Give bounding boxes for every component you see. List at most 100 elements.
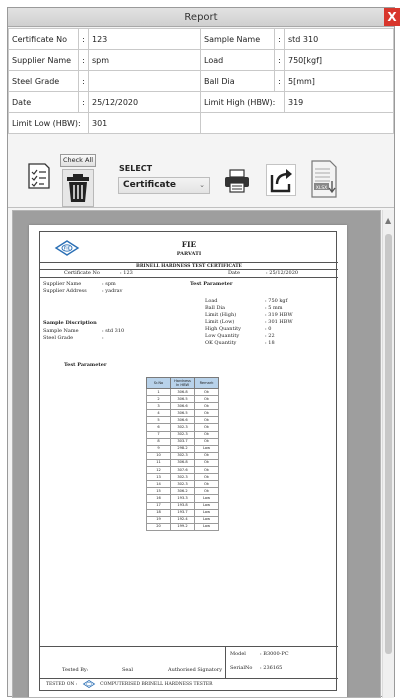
separator: : bbox=[274, 49, 285, 71]
report-type-select[interactable]: Certificate ⌄ bbox=[118, 177, 210, 194]
sr-no-cell: 1 bbox=[146, 387, 171, 397]
xlsx-download-icon[interactable]: XLSX bbox=[309, 159, 339, 199]
certificate-title: BRINELL HARDNESS TEST CERTIFICATE bbox=[40, 262, 338, 270]
sr-no-cell: 12 bbox=[146, 466, 171, 475]
table-row: 7 302.3 Ok bbox=[146, 430, 219, 439]
remark-cell: Ok bbox=[194, 430, 219, 439]
divider bbox=[225, 647, 226, 679]
hardness-cell: 306.8 bbox=[170, 458, 195, 468]
vertical-scrollbar[interactable]: ▲ bbox=[382, 210, 394, 698]
scroll-thumb[interactable] bbox=[385, 234, 392, 654]
remark-cell: Low bbox=[194, 501, 219, 510]
param-value: : 301 HBW bbox=[265, 319, 293, 325]
sr-no-cell: 2 bbox=[146, 395, 171, 404]
table-row: 3 306.6 Ok bbox=[146, 402, 219, 411]
sample-description-heading: Sample Discription bbox=[43, 320, 97, 326]
remark-cell: Ok bbox=[194, 387, 219, 397]
logo-icon bbox=[82, 679, 95, 688]
tested-by-label: Tested By: bbox=[62, 667, 89, 673]
printer-icon[interactable] bbox=[223, 168, 251, 194]
table-row: 17 193.8 Low bbox=[146, 501, 219, 510]
supplier-name-label: Supplier Name bbox=[43, 281, 82, 287]
hardness-cell: 307.6 bbox=[170, 466, 195, 475]
hardness-cell: 193.8 bbox=[170, 501, 195, 510]
model-value: : B3000-PC bbox=[260, 651, 289, 657]
hardness-cell: 302.3 bbox=[170, 430, 195, 439]
info-table: Certificate No : 123 Sample Name : std 3… bbox=[8, 28, 394, 134]
ball-dia-label: Ball Dia bbox=[200, 70, 275, 92]
hardness-cell: 193.3 bbox=[170, 494, 195, 503]
limit-low-value: 301 bbox=[88, 112, 201, 134]
check-all-button[interactable]: Check All bbox=[60, 154, 96, 167]
table-row: 5 306.6 Ok bbox=[146, 416, 219, 425]
param-value: : 319 HBW bbox=[265, 312, 293, 318]
window-title: Report bbox=[184, 12, 218, 23]
scroll-up-icon[interactable]: ▲ bbox=[385, 216, 391, 225]
remark-cell: Low bbox=[194, 444, 219, 453]
remark-cell: Low bbox=[194, 522, 219, 531]
remark-cell: Ok bbox=[194, 458, 219, 468]
separator: : bbox=[274, 28, 285, 50]
serial-value: : 236165 bbox=[260, 665, 283, 671]
authorised-signatory-label: Authorised Signatory bbox=[168, 667, 223, 673]
param-label: High Quantity bbox=[205, 326, 241, 332]
sr-no-cell: 6 bbox=[146, 423, 171, 432]
remark-cell: Ok bbox=[194, 437, 219, 446]
table-row: 9 298.2 Low bbox=[146, 444, 219, 453]
separator: : bbox=[78, 28, 89, 50]
param-label: Low Quantity bbox=[205, 333, 240, 339]
certificate-page: FIE PARVATI BRINELL HARDNESS TEST CERTIF… bbox=[29, 225, 347, 697]
sr-no-cell: 13 bbox=[146, 473, 171, 482]
table-header-row: Sr.No Hardness In HBW Remark bbox=[146, 377, 219, 389]
sample-name-value: : std 310 bbox=[102, 328, 125, 334]
export-icon bbox=[270, 169, 292, 193]
supplier-name-value: : spm bbox=[102, 281, 116, 287]
remark-cell: Ok bbox=[194, 487, 219, 496]
model-label: Model bbox=[230, 651, 246, 657]
toolbar: Check All SELECT Certificate ⌄ XLSX bbox=[8, 144, 394, 208]
separator: : bbox=[78, 91, 89, 113]
hardness-cell: 302.3 bbox=[170, 473, 195, 482]
param-label: Limit (Low) bbox=[205, 319, 235, 325]
tester-name: COMPUTERISED BRINELL HARDNESS TESTER bbox=[100, 682, 213, 687]
steel-grade-value bbox=[88, 70, 201, 92]
hardness-cell: 192.4 bbox=[170, 515, 195, 524]
sr-no-cell: 15 bbox=[146, 487, 171, 496]
trash-icon bbox=[67, 174, 89, 202]
table-row: 10 302.3 Ok bbox=[146, 451, 219, 460]
hardness-cell: 193.7 bbox=[170, 508, 195, 517]
list-check-icon[interactable] bbox=[25, 162, 53, 192]
delete-button[interactable] bbox=[62, 169, 94, 207]
hardness-cell: 306.5 bbox=[170, 395, 195, 404]
cert-date-value: : 25/12/2020 bbox=[266, 270, 299, 276]
sr-no-cell: 3 bbox=[146, 402, 171, 411]
hardness-cell: 306.8 bbox=[170, 387, 195, 397]
remark-cell: Low bbox=[194, 494, 219, 503]
separator: : bbox=[78, 70, 89, 92]
sr-no-cell: 11 bbox=[146, 458, 171, 468]
load-value: 750[kgf] bbox=[284, 49, 394, 71]
hardness-cell: 306.6 bbox=[170, 416, 195, 425]
hardness-cell: 306.2 bbox=[170, 487, 195, 496]
signature-box: Model : B3000-PC SerialNo : 236165 Teste… bbox=[40, 646, 338, 679]
column-header: Hardness In HBW bbox=[170, 377, 195, 389]
table-row: 14 302.3 Ok bbox=[146, 480, 219, 489]
export-button[interactable] bbox=[266, 164, 296, 196]
column-header: Sr.No bbox=[146, 377, 171, 389]
cert-no-label: Certificate No bbox=[64, 270, 100, 276]
sr-no-cell: 18 bbox=[146, 508, 171, 517]
supplier-name-value: spm bbox=[88, 49, 201, 71]
date-value: 25/12/2020 bbox=[88, 91, 201, 113]
sr-no-cell: 17 bbox=[146, 501, 171, 510]
supplier-name-label: Supplier Name bbox=[8, 49, 79, 71]
supplier-address-label: Supplier Address bbox=[43, 288, 87, 294]
sr-no-cell: 8 bbox=[146, 437, 171, 446]
remark-cell: Ok bbox=[194, 480, 219, 489]
close-button[interactable]: X bbox=[384, 8, 400, 26]
column-header: Remark bbox=[194, 377, 219, 389]
remark-cell: Ok bbox=[194, 395, 219, 404]
report-preview[interactable]: FIE PARVATI BRINELL HARDNESS TEST CERTIF… bbox=[12, 210, 381, 698]
hardness-cell: 298.2 bbox=[170, 444, 195, 453]
tested-on-label: TESTED ON : bbox=[46, 682, 78, 687]
sample-name-value: std 310 bbox=[284, 28, 394, 50]
